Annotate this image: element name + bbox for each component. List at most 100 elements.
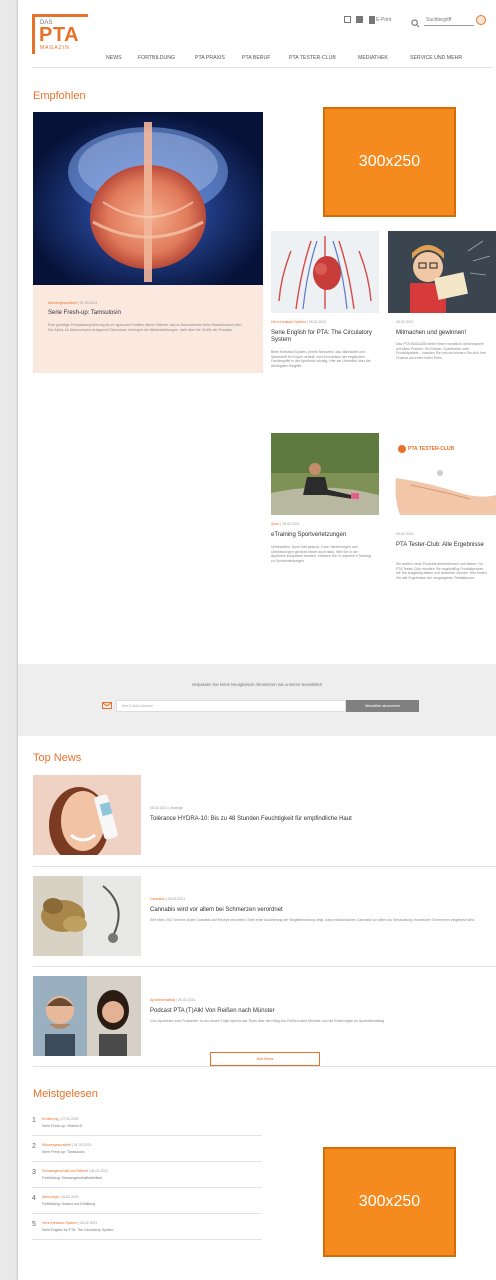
- most-read-divider: [32, 1239, 262, 1240]
- feature-card[interactable]: Männergesundheit | 01.03.2021 Serie Fres…: [33, 285, 263, 373]
- most-read-date: 27.02.2021: [61, 1117, 79, 1121]
- most-read-meta: Herz-Kreislauf-System | 26.02.2021: [42, 1221, 98, 1225]
- feature-title[interactable]: Serie Fresh-up: Tamsulosin: [48, 310, 248, 317]
- most-read-title[interactable]: Serie English for PTA: The Circulatory S…: [42, 1228, 113, 1232]
- most-read-number: 5: [32, 1221, 36, 1228]
- news-meta-cannabis: Cannabis | 26.02.2021: [150, 897, 186, 901]
- most-read-meta: Ernährung | 27.02.2021: [42, 1117, 79, 1121]
- feature-image[interactable]: [33, 112, 263, 285]
- most-read-date: 26.02.2021: [61, 1195, 79, 1199]
- news-date-tolerance: 08.02.2021: [150, 806, 168, 810]
- news-category-tolerance[interactable]: Anzeige: [170, 806, 183, 810]
- article-date-gewinnspiel: 26.02.2021: [396, 320, 414, 324]
- news-image-cannabis[interactable]: [33, 876, 141, 956]
- section-title-top-news: Top News: [33, 752, 82, 764]
- feature-category[interactable]: Männergesundheit: [48, 301, 77, 305]
- logo-magazin: MAGAZIN: [40, 45, 70, 51]
- print-link[interactable]: E-Print: [376, 17, 391, 23]
- article-title-gewinnspiel[interactable]: Mitmachen und gewinnen!: [396, 330, 494, 337]
- article-title-circulatory[interactable]: Serie English for PTA: The Circulatory S…: [271, 330, 379, 344]
- most-read-title[interactable]: Serie Fresh-up: Tamsulosin: [42, 1150, 85, 1154]
- news-text-podcast: Vom Apotheker zum Podcaster: In der neue…: [150, 1019, 385, 1023]
- article-text-sport: Unbestritten: Sport hält gesund. Doch Ve…: [271, 545, 371, 563]
- newsletter-text: Verpassen Sie keine Neuigkeiten! Abonnie…: [191, 682, 323, 687]
- most-read-category[interactable]: Ernährung: [42, 1117, 58, 1121]
- most-read-meta: Schwangerschaft und Stillzeit | 26.02.20…: [42, 1169, 109, 1173]
- nav-pta-praxis[interactable]: PTA PRAXIS: [195, 55, 225, 61]
- news-date-podcast: 26.02.2021: [177, 998, 196, 1002]
- nav-news[interactable]: NEWS: [106, 55, 122, 61]
- most-read-divider: [32, 1161, 262, 1162]
- most-read-title[interactable]: Serie Fresh-up: Vitamin D: [42, 1124, 82, 1128]
- all-news-button[interactable]: Alle News: [210, 1052, 320, 1066]
- article-date-tester-club: 26.02.2021: [396, 532, 414, 536]
- news-text-cannabis: Seit März 2017 können Ärzte Cannabis auf…: [150, 918, 476, 922]
- article-text-gewinnspiel: Das PTA MAGAZIN bietet Ihnen monatlich G…: [396, 342, 486, 360]
- article-meta-sport: Sport | 26.02.2021: [271, 522, 300, 526]
- article-category-sport[interactable]: Sport: [271, 522, 279, 526]
- user-avatar-icon[interactable]: [476, 15, 486, 25]
- most-read-category[interactable]: Atemwege: [42, 1195, 59, 1199]
- article-image-gewinnspiel[interactable]: [388, 231, 496, 313]
- logo-side: [32, 14, 35, 54]
- most-read-date: 26.02.2021: [79, 1221, 98, 1225]
- newsletter-subscribe-button[interactable]: Newsletter abonnieren: [346, 700, 419, 712]
- most-read-number: 4: [32, 1195, 36, 1202]
- logo-bar: [32, 14, 88, 17]
- news-category-podcast[interactable]: Apothekenalltag: [150, 998, 175, 1002]
- most-read-meta: Atemwege | 26.02.2021: [42, 1195, 79, 1199]
- nav-pta-beruf[interactable]: PTA BERUF: [242, 55, 270, 61]
- most-read-meta: Männergesundheit | 01.03.2021: [42, 1143, 92, 1147]
- article-category-circulatory[interactable]: Herz-Kreislauf-System: [271, 320, 306, 324]
- most-read-category[interactable]: Herz-Kreislauf-System: [42, 1221, 77, 1225]
- search-icon[interactable]: [411, 15, 420, 33]
- most-read-date: 26.02.2021: [90, 1169, 109, 1173]
- search-input[interactable]: Suchbegriff: [426, 17, 451, 23]
- article-date-circulatory: 26.02.2021: [308, 320, 327, 324]
- article-meta-gewinnspiel: 26.02.2021: [396, 320, 414, 324]
- news-divider: [33, 866, 496, 867]
- most-read-category[interactable]: Schwangerschaft und Stillzeit: [42, 1169, 88, 1173]
- nav-service-und-mehr[interactable]: SERVICE UND MEHR: [410, 55, 462, 61]
- tester-club-logo-text: PTA TESTER-CLUB: [408, 446, 455, 452]
- article-title-tester-club[interactable]: PTA Tester-Club: Alle Ergebnisse: [396, 542, 494, 549]
- most-read-title[interactable]: Fortbildung: Schwangerschaftsübelkeit: [42, 1176, 102, 1180]
- article-text-tester-club: Sie wollten neue Produkte kennenlernen u…: [396, 562, 487, 580]
- most-read-title[interactable]: Fortbildung: Husten und Erkältung: [42, 1202, 95, 1206]
- instagram-icon[interactable]: [344, 16, 351, 23]
- most-read-category[interactable]: Männergesundheit: [42, 1143, 71, 1147]
- news-image-tolerance[interactable]: [33, 775, 141, 855]
- news-title-cannabis[interactable]: Cannabis wird vor allem bei Schmerzen ve…: [150, 907, 490, 914]
- news-title-podcast[interactable]: Podcast PTA (T)Alk! Von Reißen nach Müns…: [150, 1008, 490, 1015]
- ad-banner-top[interactable]: 300x250: [323, 107, 456, 217]
- news-image-podcast[interactable]: [33, 976, 141, 1056]
- nav-pta-tester-club[interactable]: PTA TESTER-CLUB: [289, 55, 336, 61]
- nav-divider: [32, 67, 492, 68]
- logo-pta: PTA: [39, 24, 80, 46]
- news-divider: [33, 966, 496, 967]
- most-read-divider: [32, 1135, 262, 1136]
- feature-text: Eine gutartige Prostatavergrößerung ist …: [48, 323, 243, 332]
- article-image-sport[interactable]: [271, 433, 379, 515]
- ad-banner-bottom[interactable]: 300x250: [323, 1147, 456, 1257]
- news-category-cannabis[interactable]: Cannabis: [150, 897, 165, 901]
- article-image-circulatory[interactable]: [271, 231, 379, 313]
- nav-mediathek[interactable]: MEDIATHEK: [358, 55, 388, 61]
- newsletter-email-input[interactable]: Ihre E-Mail-Adresse: [116, 700, 346, 712]
- nav-fortbildung[interactable]: FORTBILDUNG: [138, 55, 175, 61]
- mail-icon: [102, 702, 112, 709]
- most-read-divider: [32, 1187, 262, 1188]
- article-title-sport[interactable]: eTraining Sportverletzungen: [271, 532, 379, 539]
- search-underline: [424, 25, 474, 26]
- news-title-tolerance[interactable]: Tolérance HYDRA-10: Bis zu 48 Stunden Fe…: [150, 816, 490, 823]
- page: DAS PTA MAGAZIN E-Print Suchbegriff NEWS…: [18, 0, 496, 1280]
- feature-date: 01.03.2021: [79, 301, 98, 305]
- facebook-icon[interactable]: [356, 16, 363, 23]
- news-meta-podcast: Apothekenalltag | 26.02.2021: [150, 998, 196, 1002]
- most-read-number: 3: [32, 1169, 36, 1176]
- print-icon[interactable]: [369, 16, 375, 24]
- feature-meta: Männergesundheit | 01.03.2021: [48, 301, 98, 305]
- most-read-number: 1: [32, 1117, 36, 1124]
- most-read-divider: [32, 1213, 262, 1214]
- section-title-empfohlen: Empfohlen: [33, 90, 86, 102]
